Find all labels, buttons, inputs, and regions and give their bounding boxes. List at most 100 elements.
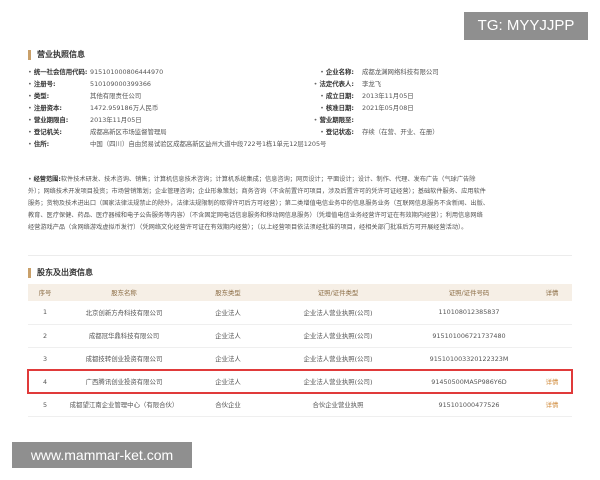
field-label: 成立日期: (300, 90, 356, 102)
license-row: 营业期限自: 2013年11月05日 营业期限至: (28, 114, 572, 126)
table-header: 序号 股东名称 股东类型 证照/证件类型 证照/证件号码 详情 (28, 284, 572, 301)
field-value: 存续（在营、开业、在册） (362, 128, 439, 136)
license-field: 成立日期: 2013年11月05日 (300, 90, 572, 102)
scope-text: 教育、医疗保健、药品、医疗器械和电子公告服务等内容）（不含固定网电话信息服务和移… (28, 212, 483, 219)
license-row: 住所: 中国（四川）自由贸易试验区成都高新区益州大道中段722号1栋1单元12层1… (28, 138, 572, 150)
table-cell: 成都冠华鼎科技有限公司 (88, 332, 160, 340)
table-cell: 1 (42, 308, 48, 317)
detail-link[interactable]: 详情 (532, 370, 572, 393)
table-row: 2 成都冠华鼎科技有限公司 企业法人 企业法人营业执照(公司) 915101006721… (28, 324, 572, 347)
field-label: 营业期限至: (300, 114, 356, 126)
table-cell: 企业法人 (215, 308, 241, 317)
table-cell: 成都技转创业投资有限公司 (85, 355, 163, 363)
license-field: 营业期限自: 2013年11月05日 (28, 114, 300, 126)
field-label: 住所: (28, 138, 84, 150)
column-header: 股东名称 (111, 289, 137, 297)
field-label: 类型: (28, 90, 84, 102)
table-cell: 北京创新方舟科技有限公司 (85, 308, 163, 317)
watermark-bottom: www.mammar-ket.com (12, 442, 192, 468)
scope-line: 服务；货物及技术进出口（国家法律法规禁止的除外，法律法规限制的取得许可后方可经营… (28, 198, 576, 210)
scope-text: 外）；网络技术开发项目投资；市场营销策划；企业管理咨询；企业形象策划；商务咨询（… (28, 188, 486, 195)
field-label: 登记机关: (28, 126, 84, 138)
field-value: 成都龙渊网络科技有限公司 (362, 68, 439, 76)
field-value: 其他有限责任公司 (90, 92, 142, 100)
license-section-title: 营业执照信息 (28, 50, 85, 60)
license-field: 统一社会信用代码:915101000806444970 (28, 66, 300, 78)
table-cell: 91450500MA5P986Y6D (431, 377, 507, 386)
column-header: 股东类型 (215, 289, 241, 297)
field-label: 营业期限自: (28, 114, 84, 126)
detail-link (532, 347, 572, 370)
table-cell: 合伙企业营业执照 (312, 401, 364, 409)
field-label: 法定代表人: (300, 78, 356, 90)
table-cell: 合伙企业 (215, 401, 241, 409)
field-value (356, 114, 362, 126)
scope-label: 经营范围: (28, 176, 61, 183)
table-cell: 企业法人营业执照(公司) (303, 308, 373, 317)
table-cell: 5 (42, 400, 48, 409)
scope-text: 服务；货物及技术进出口（国家法律法规禁止的除外，法律法规限制的取得许可后方可经营… (28, 200, 489, 207)
table-row: 4 广西腾讯创业投资有限公司 企业法人 企业法人营业执照(公司) 91450500MA5… (27, 369, 573, 394)
table-cell: 企业法人营业执照(公司) (303, 378, 373, 386)
field-value: 成都高新区市场监督管理局 (90, 128, 167, 136)
license-field: 企业名称: 成都龙渊网络科技有限公司 (300, 66, 572, 78)
table-cell: 915101000477526 (438, 400, 500, 409)
field-value: 915101000806444970 (90, 68, 164, 76)
field-value: 2021年05月08日 (362, 104, 414, 112)
table-cell: 915101006721737480 (432, 331, 506, 340)
license-row: 统一社会信用代码:915101000806444970企业名称:成都龙渊网络科技… (28, 66, 572, 78)
field-label: 企业名称: (300, 66, 356, 78)
scope-text: 软件技术研发、技术咨询、销售；计算机信息技术咨询；计算机系统集成；信息咨询；网页… (60, 176, 476, 183)
section-divider (28, 255, 572, 256)
column-header: 证照/证件类型 (317, 289, 359, 297)
table-cell: 广西腾讯创业投资有限公司 (85, 378, 163, 386)
license-field: 住所: 中国（四川）自由贸易试验区成都高新区益州大道中段722号1栋1单元12层1… (28, 138, 572, 150)
table-cell: 2 (42, 331, 48, 340)
field-label: 注册号: (28, 78, 84, 90)
table-row: 3 成都技转创业投资有限公司 企业法人 企业法人营业执照(公司) 91510100332… (28, 347, 572, 370)
table-cell: 4 (42, 377, 48, 386)
table-row: 1 北京创新方舟科技有限公司 企业法人 企业法人营业执照(公司) 11010801238… (28, 301, 572, 324)
field-value: 中国（四川）自由贸易试验区成都高新区益州大道中段722号1栋1单元12层1205… (90, 140, 327, 148)
license-field: 营业期限至: (300, 114, 572, 126)
table-cell: 企业法人 (215, 332, 241, 340)
table-cell: 915101003320122323M (429, 354, 509, 363)
scope-line: 经营游戏产品（含网络游戏虚拟币发行）（凭网络文化经营许可证在有效期内经营）；（以… (28, 222, 576, 234)
scope-line: 经营范围:软件技术研发、技术咨询、销售；计算机信息技术咨询；计算机系统集成；信息… (28, 174, 576, 186)
detail-link (532, 324, 572, 347)
business-scope: 经营范围:软件技术研发、技术咨询、销售；计算机信息技术咨询；计算机系统集成；信息… (28, 174, 576, 234)
scope-line: 教育、医疗保健、药品、医疗器械和电子公告服务等内容）（不含固定网电话信息服务和移… (28, 210, 576, 222)
field-label: 注册资本: (28, 102, 84, 114)
field-label: 登记状态: (300, 126, 356, 138)
license-field: 注册资本: 1472.959186万人民币 (28, 102, 300, 114)
license-row: 登记机关: 成都高新区市场监督管理局 登记状态: 存续（在营、开业、在册） (28, 126, 572, 138)
column-header: 详情 (545, 289, 559, 297)
scope-text: 经营游戏产品（含网络游戏虚拟币发行）（凭网络文化经营许可证在有效期内经营）；（以… (28, 224, 468, 231)
field-label: 统一社会信用代码: (28, 66, 88, 78)
license-field: 核准日期: 2021年05月08日 (300, 102, 572, 114)
watermark-top: TG: MYYJJPP (464, 12, 588, 40)
license-field: 类型: 其他有限责任公司 (28, 90, 300, 102)
shareholder-section-title: 股东及出资信息 (28, 268, 93, 278)
table-cell: 企业法人 (215, 378, 241, 386)
shareholder-table: 序号 股东名称 股东类型 证照/证件类型 证照/证件号码 详情 1 北京创新方舟科技有限公司… (27, 284, 573, 417)
table-row: 5 成都望江南企业管理中心（有限合伙） 合伙企业 合伙企业营业执照 9151010004… (28, 393, 572, 416)
table-cell: 成都望江南企业管理中心（有限合伙） (69, 401, 179, 409)
license-field: 法定代表人: 李龙飞 (300, 78, 572, 90)
license-row: 注册号: 510109000399366 法定代表人: 李龙飞 (28, 78, 572, 90)
table-cell: 110108012385837 (438, 308, 500, 317)
license-field: 登记状态: 存续（在营、开业、在册） (300, 126, 572, 138)
license-row: 类型: 其他有限责任公司 成立日期: 2013年11月05日 (28, 90, 572, 102)
table-cell: 3 (42, 354, 48, 363)
detail-link[interactable]: 详情 (532, 393, 572, 416)
detail-link (532, 301, 572, 324)
table-cell: 企业法人营业执照(公司) (303, 355, 373, 363)
field-value: 2013年11月05日 (362, 92, 414, 100)
table-cell: 企业法人 (215, 355, 241, 363)
column-header: 序号 (38, 289, 52, 297)
field-value: 2013年11月05日 (90, 116, 142, 124)
column-header: 证照/证件号码 (448, 289, 490, 297)
field-label: 核准日期: (300, 102, 356, 114)
field-value: 510109000399366 (90, 80, 151, 88)
license-field: 注册号: 510109000399366 (28, 78, 300, 90)
